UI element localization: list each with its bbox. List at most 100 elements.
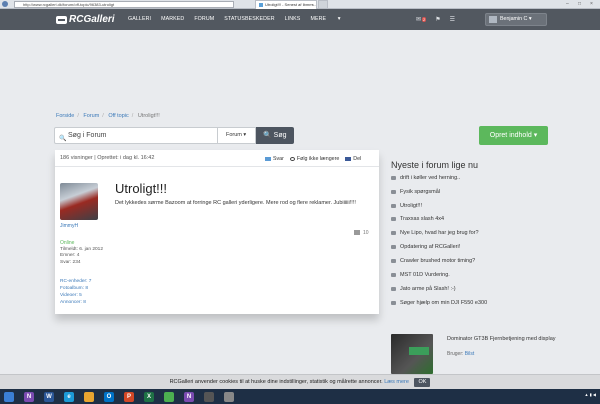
- author-meta: Tilmeldt: 6. jan 2012 Emner: 4 Svar: 234: [60, 247, 103, 266]
- breadcrumb: Forside / Forum / Off topic / Utroligt!!!: [56, 113, 160, 119]
- site-logo[interactable]: RCGalleri: [56, 13, 115, 26]
- app-icon[interactable]: [224, 391, 234, 402]
- nav-forum[interactable]: FORUM: [194, 9, 214, 30]
- onenote-icon-2[interactable]: N: [184, 391, 194, 402]
- sidebar-heading: Nyeste i forum lige nu: [391, 160, 479, 170]
- logo-icon: [56, 15, 67, 24]
- comment-icon: [391, 230, 396, 235]
- cookie-banner: RCGalleri anvender cookies til at huske …: [0, 374, 600, 389]
- share-button[interactable]: Del: [345, 156, 361, 162]
- thumbs-up-icon: [354, 230, 360, 236]
- comment-icon: [391, 286, 396, 291]
- sidebar-topic[interactable]: Traxxas slash 4x4: [391, 216, 444, 222]
- user-menu-button[interactable]: Benjamin C ▾: [485, 13, 547, 26]
- search-input[interactable]: 🔍 Søg i Forum: [54, 127, 218, 144]
- sidebar-topic[interactable]: Fysik spørgsmål: [391, 189, 440, 195]
- app-icon[interactable]: [204, 391, 214, 402]
- like-button[interactable]: 10: [354, 230, 369, 236]
- flag-icon[interactable]: ⚑: [435, 16, 440, 23]
- nav-mere[interactable]: MERE ▾: [310, 9, 340, 30]
- post-title: Utroligt!!!: [115, 181, 168, 196]
- reply-button[interactable]: Svar: [265, 156, 284, 162]
- sidebar-topic[interactable]: drift i køller ved herning..: [391, 175, 460, 181]
- back-icon[interactable]: [2, 1, 8, 7]
- promo-seller-link[interactable]: Bilst: [465, 351, 474, 357]
- sidebar-topic[interactable]: Jato arme på Slash! :-): [391, 286, 456, 292]
- breadcrumb-current: Utroligt!!!: [137, 113, 160, 119]
- cookie-text: RCGalleri anvender cookies til at huske …: [169, 379, 383, 385]
- word-icon[interactable]: W: [44, 391, 54, 402]
- comment-icon: [391, 300, 396, 305]
- mail-count-badge: 2: [422, 17, 427, 22]
- comment-icon: [391, 203, 396, 208]
- forum-post: 186 visninger | Oprettet: i dag kl. 16:4…: [55, 150, 379, 314]
- author-replies: Svar: 234: [60, 259, 81, 265]
- nav-galleri[interactable]: GALLERI: [128, 9, 151, 30]
- ie-icon[interactable]: e: [64, 391, 74, 402]
- breadcrumb-forum[interactable]: Forum: [83, 113, 99, 119]
- like-count: 10: [363, 230, 369, 236]
- avatar: [489, 16, 497, 23]
- new-tab-button[interactable]: [318, 0, 328, 9]
- promo-title[interactable]: Dominator GT3B Fjernbetjening med displa…: [447, 336, 557, 343]
- sidebar-topic[interactable]: Nye Lipo, hvad har jeg brug for?: [391, 230, 479, 236]
- notifications-icon[interactable]: ☰: [450, 16, 455, 23]
- sidebar-topic[interactable]: Utroligt!!!: [391, 203, 422, 209]
- comment-icon: [391, 258, 396, 263]
- site-navbar: RCGalleri GALLERI MARKED FORUM STATUSBES…: [0, 9, 600, 30]
- author-status: Online: [60, 240, 75, 246]
- chrome-icon[interactable]: [164, 391, 174, 402]
- create-content-button[interactable]: Opret indhold ▾: [479, 126, 548, 145]
- explorer-icon[interactable]: [84, 391, 94, 402]
- cookie-ok-button[interactable]: OK: [414, 378, 431, 387]
- facebook-icon: [345, 156, 352, 161]
- cookie-read-more-link[interactable]: Læs mere: [384, 379, 409, 385]
- search-scope-select[interactable]: Forum ▾: [218, 127, 256, 144]
- onenote-icon[interactable]: N: [24, 391, 34, 402]
- sidebar-topic[interactable]: MST 01D Vurdering.: [391, 272, 450, 278]
- comment-icon: [391, 216, 396, 221]
- stat-videos[interactable]: Videoer: 5: [60, 292, 91, 299]
- close-window-icon[interactable]: ×: [590, 1, 593, 7]
- sidebar-topic[interactable]: Opdatering af RCGalleri!: [391, 244, 460, 250]
- stat-photo-albums[interactable]: Fotoalbum: 8: [60, 285, 91, 292]
- mail-icon[interactable]: ✉ 2: [416, 16, 427, 23]
- start-icon[interactable]: [4, 391, 14, 402]
- post-header: 186 visninger | Oprettet: i dag kl. 16:4…: [55, 150, 379, 167]
- unfollow-button[interactable]: Følg ikke længere: [289, 156, 339, 162]
- stat-ads[interactable]: Annoncer: 8: [60, 299, 91, 306]
- favicon-icon: [259, 3, 263, 7]
- browser-tab[interactable]: Utroligt!!! - Senest af Ibmm... ×: [255, 0, 317, 9]
- nav-marked[interactable]: MARKED: [161, 9, 184, 30]
- main-menu: GALLERI MARKED FORUM STATUSBESKEDER LINK…: [128, 9, 351, 30]
- post-actions: Svar Følg ikke længere Del: [265, 156, 361, 162]
- eye-icon: [289, 156, 295, 161]
- promo-image[interactable]: [391, 334, 433, 374]
- excel-icon[interactable]: X: [144, 391, 154, 402]
- system-tray[interactable]: ▲ ▮ ◀: [585, 392, 596, 397]
- tab-title: Utroligt!!! - Senest af Ibmm...: [265, 2, 316, 7]
- minimize-icon[interactable]: –: [566, 1, 569, 7]
- stat-rc-units[interactable]: RC-enheder: 7: [60, 278, 91, 285]
- outlook-icon[interactable]: O: [104, 391, 114, 402]
- nav-links[interactable]: LINKS: [285, 9, 301, 30]
- close-tab-icon[interactable]: ×: [312, 1, 314, 9]
- maximize-icon[interactable]: □: [578, 1, 581, 7]
- search-button[interactable]: 🔍 Søg: [256, 127, 294, 144]
- breadcrumb-forside[interactable]: Forside: [56, 113, 74, 119]
- post-views: 186 visninger | Oprettet: i dag kl. 16:4…: [60, 155, 155, 161]
- powerpoint-icon[interactable]: P: [124, 391, 134, 402]
- search-placeholder: Søg i Forum: [68, 132, 107, 139]
- sidebar-topic[interactable]: Crawler brushed motor timing?: [391, 258, 475, 264]
- nav-statusbeskeder[interactable]: STATUSBESKEDER: [224, 9, 274, 30]
- breadcrumb-off-topic[interactable]: Off topic: [108, 113, 128, 119]
- comment-icon: [391, 175, 396, 180]
- comment-icon: [391, 272, 396, 277]
- search-icon: 🔍: [59, 136, 67, 142]
- logo-text: RCGalleri: [69, 14, 115, 25]
- sidebar-topic[interactable]: Søger hjælp om min DJI F550 e300: [391, 300, 487, 306]
- address-bar[interactable]: http://www.rcgalleri.dk/forum/off-topic/…: [14, 1, 234, 8]
- author-name[interactable]: JimmyH: [60, 223, 78, 229]
- author-avatar[interactable]: [60, 183, 98, 220]
- user-name: Benjamin C: [500, 16, 528, 22]
